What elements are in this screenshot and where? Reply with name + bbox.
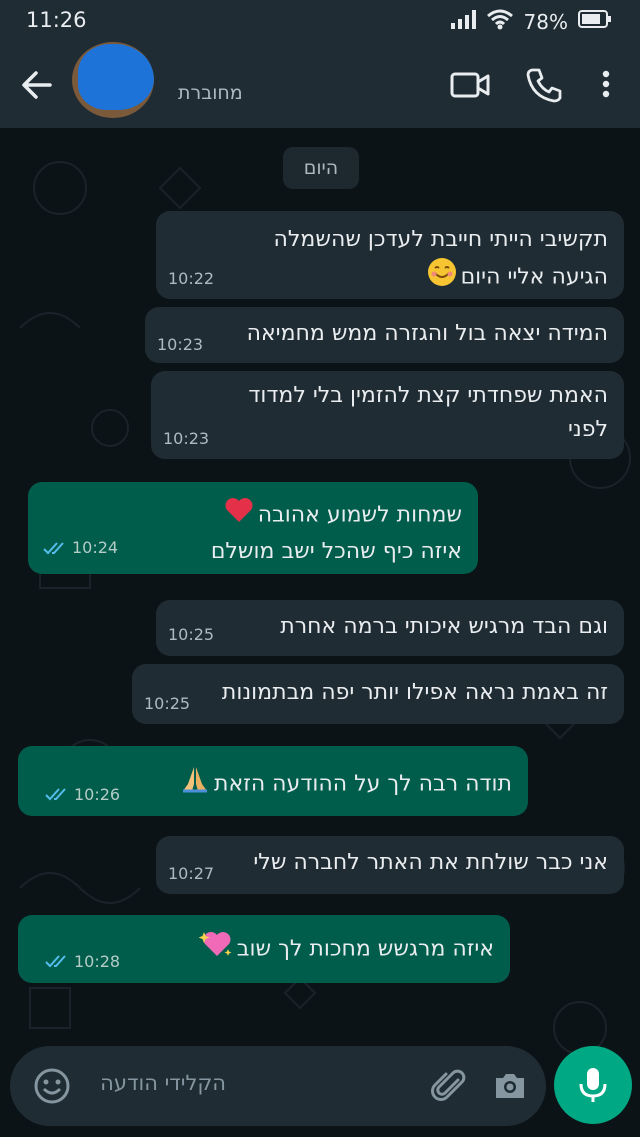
message-text: שמחות לשמוע אהובה	[257, 502, 462, 528]
message-time: 10:26	[74, 785, 121, 804]
message-time: 10:23	[163, 429, 210, 448]
message-bubble-outgoing[interactable]: תודה רבה לך על ההודעה הזאת 10:26	[18, 746, 528, 816]
message-bubble-incoming[interactable]: האמת שפחדתי קצת להזמין בלי למדוד לפני 10…	[151, 371, 624, 459]
message-text: אני כבר שולחת את האתר לחברה שלי	[253, 850, 608, 875]
message-text: האמת שפחדתי קצת להזמין בלי למדוד	[248, 383, 608, 408]
message-text: וגם הבד מרגיש איכותי ברמה אחרת	[280, 614, 608, 639]
message-time: 10:22	[168, 269, 215, 288]
message-bubble-outgoing[interactable]: שמחות לשמוע אהובה איזה כיף שהכל ישב מושל…	[28, 482, 478, 574]
back-arrow-icon[interactable]	[18, 66, 56, 104]
message-time: 10:27	[168, 864, 215, 883]
video-call-icon[interactable]	[448, 62, 492, 106]
message-text: תקשיבי הייתי חייבת לעדכן שהשמלה	[273, 227, 608, 252]
smiling-face-icon	[427, 257, 457, 298]
message-text: איזה מרגשש מחכות לך שוב	[236, 936, 494, 962]
message-text: זה באמת נראה אפילו יותר יפה מבתמונות	[221, 680, 608, 705]
signal-icon	[450, 9, 476, 34]
message-bubble-incoming[interactable]: תקשיבי הייתי חייבת לעדכן שהשמלה הגיעה אל…	[156, 211, 624, 299]
message-time: 10:28	[74, 952, 121, 971]
message-time: 10:24	[72, 538, 119, 557]
message-text: המידה יצאה בול והגזרה ממש מחמיאה	[246, 321, 608, 346]
message-input[interactable]: הקלידי הודעה	[100, 1071, 226, 1095]
message-bubble-incoming[interactable]: זה באמת נראה אפילו יותר יפה מבתמונות 10:…	[132, 664, 624, 724]
message-time: 10:25	[144, 694, 191, 713]
message-time: 10:25	[168, 625, 215, 644]
read-ticks-icon	[45, 788, 66, 801]
camera-icon[interactable]	[490, 1066, 530, 1110]
more-vert-icon[interactable]	[588, 62, 624, 106]
attach-icon[interactable]	[430, 1066, 470, 1110]
red-heart-icon	[224, 496, 254, 535]
message-bubble-incoming[interactable]: המידה יצאה בול והגזרה ממש מחמיאה 10:23	[145, 307, 624, 363]
battery-level: 78%	[523, 9, 568, 34]
date-separator: היום	[283, 147, 359, 189]
read-ticks-icon	[45, 955, 66, 968]
message-text: לפני	[568, 417, 608, 442]
message-input-bar[interactable]: הקלידי הודעה	[10, 1046, 546, 1126]
message-text: תודה רבה לך על ההודעה הזאת	[214, 771, 512, 797]
message-bubble-outgoing[interactable]: איזה מרגשש מחכות לך שוב 10:28	[18, 915, 510, 983]
message-text: הגיעה אליי היום	[460, 264, 608, 290]
wifi-icon	[486, 8, 514, 35]
phone-icon[interactable]	[522, 62, 566, 106]
sparkling-heart-icon	[198, 929, 233, 970]
emoji-icon[interactable]	[32, 1066, 72, 1110]
mic-button[interactable]	[554, 1046, 632, 1124]
message-time: 10:23	[157, 335, 204, 354]
folded-hands-icon	[180, 764, 210, 805]
avatar[interactable]	[72, 42, 154, 118]
read-ticks-icon	[43, 542, 64, 555]
status-bar: 11:26 78%	[0, 0, 640, 42]
contact-status: מחוברת	[178, 82, 243, 104]
battery-icon	[578, 9, 612, 34]
status-time: 11:26	[26, 8, 87, 32]
mic-icon	[573, 1065, 613, 1109]
message-bubble-incoming[interactable]: אני כבר שולחת את האתר לחברה שלי 10:27	[156, 836, 624, 894]
chat-header: מחוברת	[0, 42, 640, 128]
message-text: איזה כיף שהכל ישב מושלם	[210, 539, 462, 564]
message-bubble-incoming[interactable]: וגם הבד מרגיש איכותי ברמה אחרת 10:25	[156, 600, 624, 656]
